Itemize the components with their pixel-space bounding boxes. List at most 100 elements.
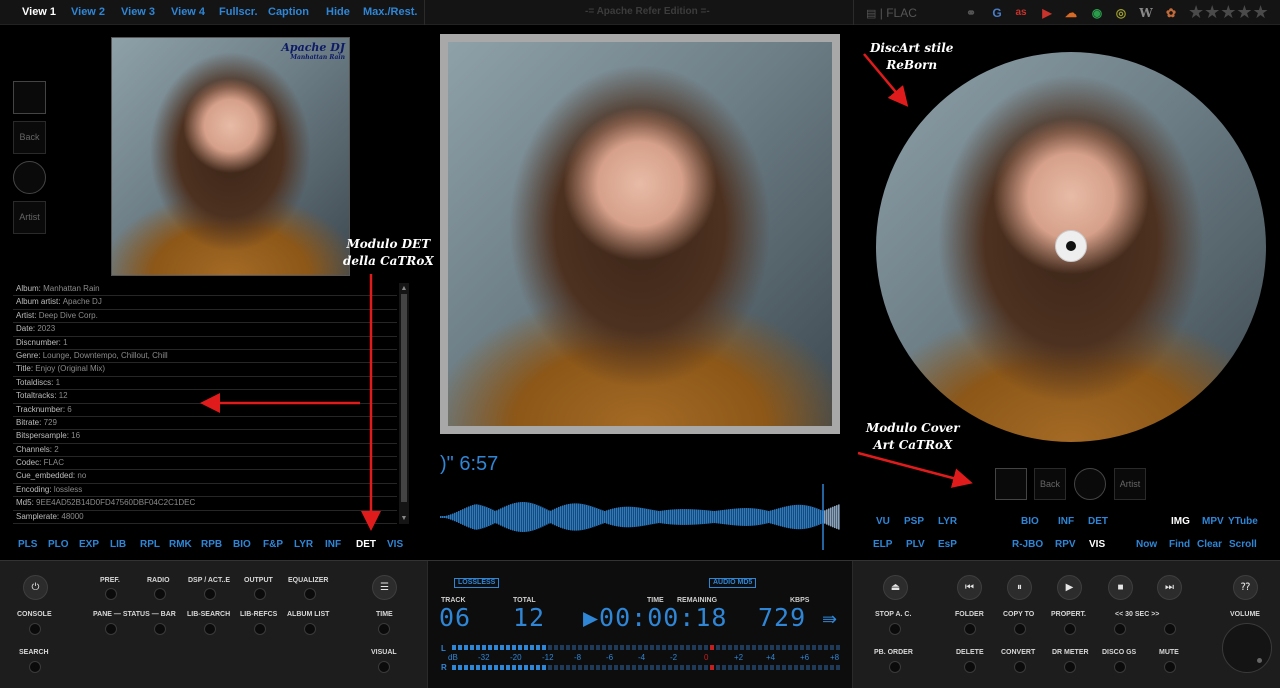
fullscreen-button[interactable]: Fullscr. — [219, 6, 258, 18]
tab-exp[interactable]: EXP — [79, 539, 99, 550]
tab-inf-right[interactable]: INF — [1058, 516, 1074, 527]
soundcloud-icon[interactable]: ☁ — [1064, 6, 1078, 20]
cover-thumb-front-right[interactable] — [995, 468, 1027, 500]
mute-button[interactable] — [1164, 661, 1176, 673]
hide-button[interactable]: Hide — [326, 6, 350, 18]
output-button[interactable] — [254, 588, 266, 600]
scrollbar-thumb[interactable] — [401, 294, 407, 502]
view3-button[interactable]: View 3 — [121, 6, 155, 18]
tab-plv[interactable]: PLV — [906, 539, 925, 550]
tab-r-jbo[interactable]: R-JBO — [1012, 539, 1043, 550]
tab-bio[interactable]: BIO — [233, 539, 251, 550]
cover-thumb-front[interactable] — [13, 81, 46, 114]
tab-find[interactable]: Find — [1169, 539, 1190, 550]
status-bar-button[interactable] — [154, 623, 166, 635]
spotify-icon[interactable]: ◉ — [1090, 6, 1104, 20]
tab-psp[interactable]: PSP — [904, 516, 924, 527]
tab-clear[interactable]: Clear — [1197, 539, 1222, 550]
scroll-down-icon[interactable]: ▼ — [399, 514, 409, 523]
folder-button[interactable] — [964, 623, 976, 635]
tab-mpv[interactable]: MPV — [1202, 516, 1224, 527]
tab-rpl[interactable]: RPL — [140, 539, 160, 550]
lastfm-icon[interactable]: as — [1014, 6, 1028, 20]
pref-button[interactable] — [105, 588, 117, 600]
cover-thumb-disc[interactable] — [13, 161, 46, 194]
google-icon[interactable]: G — [990, 6, 1004, 20]
visual-button[interactable] — [378, 661, 390, 673]
equalizer-button[interactable] — [304, 588, 316, 600]
discogs-icon[interactable]: ◎ — [1114, 6, 1128, 20]
disco-gs-button[interactable] — [1114, 661, 1126, 673]
details-list[interactable]: Album: Manhattan Rain Album artist: Apach… — [13, 283, 397, 525]
next-button[interactable]: ⏭ — [1157, 575, 1182, 600]
menu-button[interactable]: ☰ — [372, 575, 397, 600]
properties-button[interactable] — [1064, 623, 1076, 635]
lib-refcs-button[interactable] — [254, 623, 266, 635]
tab-det-right[interactable]: DET — [1088, 516, 1108, 527]
tab-vu[interactable]: VU — [876, 516, 890, 527]
tab-lyr[interactable]: LYR — [294, 539, 313, 550]
pane-button[interactable] — [105, 623, 117, 635]
copy-to-button[interactable] — [1014, 623, 1026, 635]
tab-elp[interactable]: ELP — [873, 539, 892, 550]
musicbrainz-icon[interactable]: ✿ — [1164, 6, 1178, 20]
album-list-button[interactable] — [304, 623, 316, 635]
link-icon[interactable]: ⚭ — [964, 6, 978, 20]
tab-pls[interactable]: PLS — [18, 539, 37, 550]
cover-thumb-back-right[interactable]: Back — [1034, 468, 1066, 500]
repeat-arrow-icon[interactable]: ⇛ — [822, 609, 837, 630]
details-scrollbar[interactable]: ▲ ▼ — [399, 283, 409, 524]
caption-button[interactable]: Caption — [268, 6, 309, 18]
lib-search-button[interactable] — [204, 623, 216, 635]
cover-thumb-back[interactable]: Back — [13, 121, 46, 154]
tab-rmk[interactable]: RMK — [169, 539, 192, 550]
help-button[interactable]: ⁇ — [1233, 575, 1258, 600]
waveform-seekbar[interactable] — [440, 482, 840, 552]
wikipedia-icon[interactable]: W — [1139, 6, 1153, 20]
tab-f-and-p[interactable]: F&P — [263, 539, 283, 550]
delete-button[interactable] — [964, 661, 976, 673]
cover-thumb-artist-right[interactable]: Artist — [1114, 468, 1146, 500]
scroll-up-icon[interactable]: ▲ — [399, 284, 409, 293]
cover-thumb-artist[interactable]: Artist — [13, 201, 46, 234]
eject-button[interactable]: ⏏ — [883, 575, 908, 600]
tab-esp[interactable]: EsP — [938, 539, 957, 550]
tab-bio-right[interactable]: BIO — [1021, 516, 1039, 527]
seek-forward-button[interactable] — [1164, 623, 1176, 635]
max-restore-button[interactable]: Max./Rest. — [363, 6, 417, 18]
tab-scroll[interactable]: Scroll — [1229, 539, 1257, 550]
tab-det[interactable]: DET — [356, 539, 376, 550]
pause-button[interactable]: ⏸ — [1007, 575, 1032, 600]
view1-button[interactable]: View 1 — [22, 6, 56, 18]
tab-vis[interactable]: VIS — [387, 539, 403, 550]
dr-meter-button[interactable] — [1064, 661, 1076, 673]
dsp-button[interactable] — [204, 588, 216, 600]
tab-rpb[interactable]: RPB — [201, 539, 222, 550]
convert-button[interactable] — [1014, 661, 1026, 673]
tab-lyr-right[interactable]: LYR — [938, 516, 957, 527]
youtube-icon[interactable]: ▶ — [1040, 6, 1054, 20]
time-button[interactable] — [378, 623, 390, 635]
tab-inf[interactable]: INF — [325, 539, 341, 550]
tab-ytube[interactable]: YTube — [1228, 516, 1258, 527]
radio-button[interactable] — [154, 588, 166, 600]
view4-button[interactable]: View 4 — [171, 6, 205, 18]
stop-button[interactable]: ■ — [1108, 575, 1133, 600]
tab-rpv[interactable]: RPV — [1055, 539, 1076, 550]
tab-now[interactable]: Now — [1136, 539, 1157, 550]
pb-order-button[interactable] — [889, 661, 901, 673]
view2-button[interactable]: View 2 — [71, 6, 105, 18]
cover-thumb-disc-right[interactable] — [1074, 468, 1106, 500]
search-button[interactable] — [29, 661, 41, 673]
tab-vis-right[interactable]: VIS — [1089, 539, 1105, 550]
power-button[interactable]: ⏻ — [23, 575, 48, 600]
rating-stars[interactable]: ★★★★★ — [1188, 3, 1269, 21]
console-button[interactable] — [29, 623, 41, 635]
volume-knob[interactable] — [1222, 623, 1272, 673]
tab-plo[interactable]: PLO — [48, 539, 69, 550]
seek-back-button[interactable] — [1114, 623, 1126, 635]
stop-ac-button[interactable] — [889, 623, 901, 635]
previous-button[interactable]: ⏮ — [957, 575, 982, 600]
tab-img[interactable]: IMG — [1171, 516, 1190, 527]
play-button[interactable]: ▶ — [1057, 575, 1082, 600]
